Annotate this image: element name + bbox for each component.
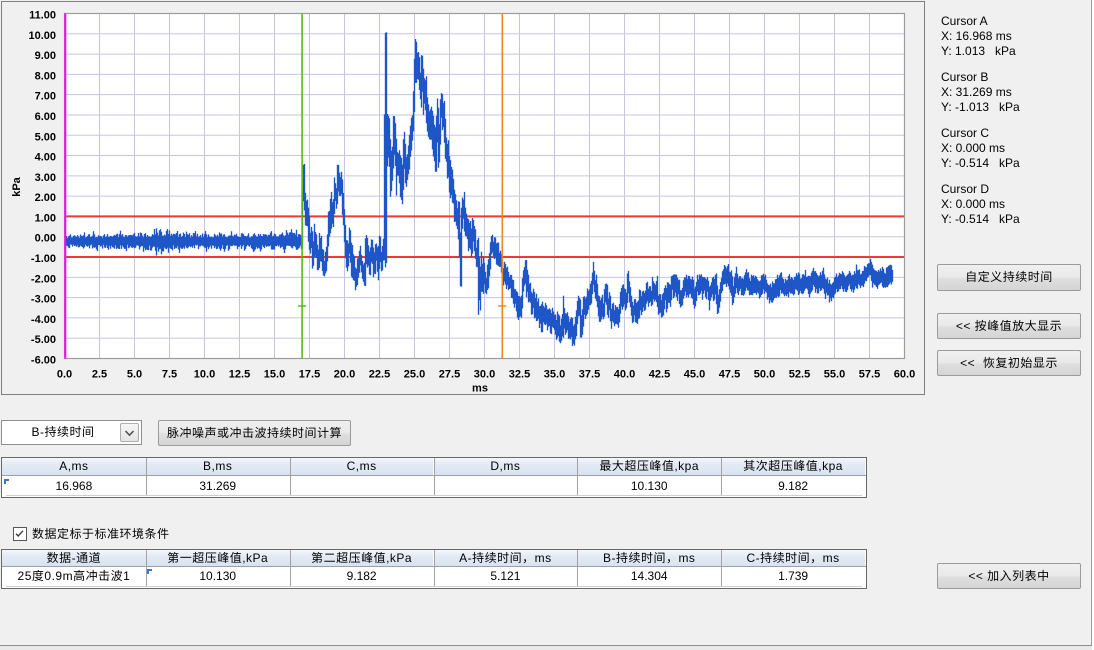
svg-text:52.5: 52.5 [789,369,810,381]
svg-text:9.00: 9.00 [35,50,56,62]
svg-text:50.0: 50.0 [754,369,775,381]
svg-text:ms: ms [472,383,488,393]
svg-text:55.0: 55.0 [824,369,845,381]
svg-text:2.5: 2.5 [92,369,107,381]
svg-text:-1.00: -1.00 [31,253,56,265]
svg-text:-5.00: -5.00 [31,334,56,346]
svg-text:22.5: 22.5 [369,369,390,381]
svg-text:40.0: 40.0 [614,369,635,381]
svg-text:5.0: 5.0 [127,369,142,381]
svg-text:-4.00: -4.00 [31,314,56,326]
svg-text:45.0: 45.0 [684,369,705,381]
svg-text:kPa: kPa [11,176,23,196]
svg-text:42.5: 42.5 [649,369,670,381]
svg-text:37.5: 37.5 [579,369,600,381]
svg-text:27.5: 27.5 [439,369,460,381]
svg-text:0.0: 0.0 [57,369,72,381]
svg-text:35.0: 35.0 [544,369,565,381]
svg-text:5.00: 5.00 [35,131,56,143]
svg-text:32.5: 32.5 [509,369,530,381]
svg-text:12.5: 12.5 [229,369,250,381]
svg-text:0.00: 0.00 [35,233,56,245]
svg-text:30.0: 30.0 [474,369,495,381]
svg-text:7.00: 7.00 [35,91,56,103]
svg-text:15.0: 15.0 [264,369,285,381]
svg-text:60.0: 60.0 [894,369,915,381]
svg-text:-3.00: -3.00 [31,294,56,306]
svg-text:1.00: 1.00 [35,212,56,224]
svg-text:57.5: 57.5 [859,369,880,381]
svg-text:10.00: 10.00 [28,30,56,42]
svg-text:20.0: 20.0 [334,369,355,381]
svg-text:10.0: 10.0 [194,369,215,381]
svg-text:3.00: 3.00 [35,172,56,184]
svg-text:25.0: 25.0 [404,369,425,381]
svg-text:47.5: 47.5 [719,369,740,381]
svg-text:4.00: 4.00 [35,152,56,164]
svg-text:7.5: 7.5 [162,369,177,381]
svg-text:6.00: 6.00 [35,111,56,123]
svg-text:-2.00: -2.00 [31,273,56,285]
svg-text:2.00: 2.00 [35,192,56,204]
svg-text:17.5: 17.5 [299,369,320,381]
svg-text:8.00: 8.00 [35,70,56,82]
svg-text:-6.00: -6.00 [31,355,56,367]
svg-text:11.00: 11.00 [29,10,56,22]
